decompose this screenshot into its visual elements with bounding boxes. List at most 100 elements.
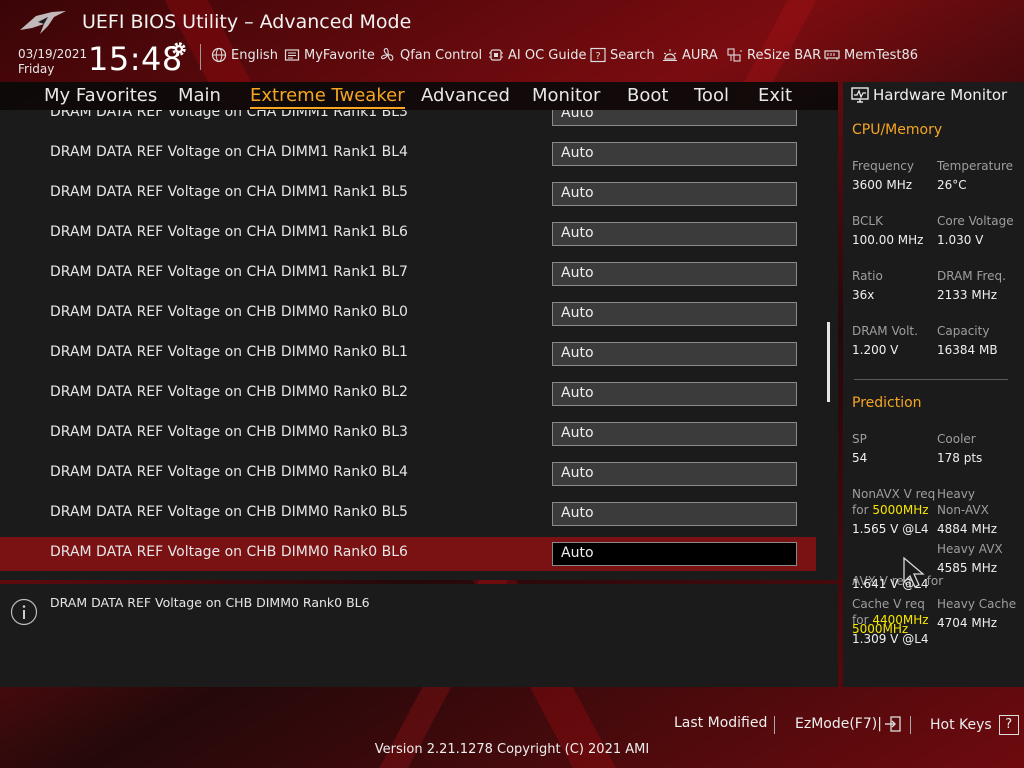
setting-value-field[interactable]: Auto bbox=[552, 382, 797, 406]
help-question-icon: ? bbox=[998, 715, 1019, 735]
qfan-control-button[interactable]: Qfan Control bbox=[380, 47, 482, 63]
setting-value-field[interactable]: Auto bbox=[552, 422, 797, 446]
capacity-value: 16384 MB bbox=[937, 343, 998, 357]
setting-row[interactable]: DRAM DATA REF Voltage on CHA DIMM1 Rank1… bbox=[0, 217, 816, 251]
setting-row[interactable]: DRAM DATA REF Voltage on CHB DIMM0 Rank0… bbox=[0, 337, 816, 371]
qfan-control-label: Qfan Control bbox=[400, 47, 483, 63]
setting-label: DRAM DATA REF Voltage on CHB DIMM0 Rank0… bbox=[50, 544, 408, 560]
setting-label: DRAM DATA REF Voltage on CHA DIMM1 Rank1… bbox=[50, 264, 408, 280]
setting-label: DRAM DATA REF Voltage on CHA DIMM1 Rank1… bbox=[50, 110, 408, 120]
aura-button[interactable]: AURA bbox=[662, 47, 718, 63]
tab-main[interactable]: Main bbox=[178, 85, 221, 106]
setting-label: DRAM DATA REF Voltage on CHB DIMM0 Rank0… bbox=[50, 424, 408, 440]
nonavx-for-text: for bbox=[852, 503, 873, 517]
tab-extreme-tweaker[interactable]: Extreme Tweaker bbox=[250, 85, 405, 109]
ratio-value: 36x bbox=[852, 288, 875, 302]
settings-list: DRAM DATA REF Voltage on CHA DIMM1 Rank1… bbox=[0, 110, 838, 580]
setting-value-field[interactable]: Auto bbox=[552, 462, 797, 486]
nonavx-freq: 5000MHz bbox=[872, 503, 929, 517]
setting-value-field[interactable]: Auto bbox=[552, 342, 797, 366]
temperature-label: Temperature bbox=[937, 159, 1014, 173]
setting-value-field[interactable]: Auto bbox=[552, 502, 797, 526]
setting-value-field[interactable]: Auto bbox=[552, 110, 797, 126]
heavy-avx-value: 4585 MHz bbox=[937, 561, 998, 575]
scrollbar[interactable] bbox=[827, 322, 830, 402]
cache-req-label: Cache V req for 4400MHz bbox=[852, 596, 929, 628]
tab-boot[interactable]: Boot bbox=[627, 85, 668, 106]
setting-row[interactable]: DRAM DATA REF Voltage on CHB DIMM0 Rank0… bbox=[0, 457, 816, 491]
memory-icon bbox=[824, 50, 840, 60]
resize-bar-icon bbox=[727, 48, 742, 62]
ai-oc-guide-button[interactable]: AI OC Guide bbox=[488, 47, 586, 63]
resize-bar-label: ReSize BAR bbox=[747, 47, 822, 63]
setting-value-field[interactable]: Auto bbox=[552, 302, 797, 326]
setting-value-field[interactable]: Auto bbox=[552, 142, 797, 166]
tab-tool[interactable]: Tool bbox=[694, 85, 729, 106]
myfavorite-button[interactable]: MyFavorite bbox=[284, 47, 375, 63]
setting-label: DRAM DATA REF Voltage on CHB DIMM0 Rank0… bbox=[50, 304, 408, 320]
nonavx-value: 1.565 V @L4 bbox=[852, 522, 929, 536]
mouse-cursor-icon bbox=[903, 556, 925, 588]
monitor-icon bbox=[851, 87, 869, 103]
setting-row[interactable]: DRAM DATA REF Voltage on CHA DIMM1 Rank1… bbox=[0, 110, 816, 131]
setting-value-field[interactable]: Auto bbox=[552, 222, 797, 246]
setting-row[interactable]: DRAM DATA REF Voltage on CHA DIMM1 Rank1… bbox=[0, 257, 816, 291]
hot-keys-button[interactable]: Hot Keys ? bbox=[930, 715, 1019, 735]
hot-keys-label: Hot Keys bbox=[930, 717, 992, 733]
dram-volt-label: DRAM Volt. bbox=[852, 324, 918, 338]
tab-advanced[interactable]: Advanced bbox=[421, 85, 510, 106]
svg-text:?: ? bbox=[595, 51, 600, 62]
setting-row[interactable]: DRAM DATA REF Voltage on CHB DIMM0 Rank0… bbox=[0, 497, 816, 531]
divider bbox=[910, 716, 911, 734]
setting-value-field[interactable]: Auto bbox=[552, 542, 797, 566]
setting-row[interactable]: DRAM DATA REF Voltage on CHB DIMM0 Rank0… bbox=[0, 417, 816, 451]
date-text: 03/19/2021 bbox=[18, 47, 88, 61]
heavy-nonavx-label: Heavy Non-AVX bbox=[937, 486, 989, 518]
resize-bar-button[interactable]: ReSize BAR bbox=[727, 47, 821, 63]
cpu-memory-heading: CPU/Memory bbox=[852, 122, 943, 138]
setting-row[interactable]: DRAM DATA REF Voltage on CHB DIMM0 Rank0… bbox=[0, 297, 816, 331]
setting-label: DRAM DATA REF Voltage on CHB DIMM0 Rank0… bbox=[50, 384, 408, 400]
cache-for-text: for bbox=[852, 613, 873, 627]
sp-value: 54 bbox=[852, 451, 868, 465]
search-button[interactable]: ? Search bbox=[590, 47, 655, 63]
tab-exit[interactable]: Exit bbox=[758, 85, 792, 106]
memtest86-button[interactable]: MemTest86 bbox=[824, 47, 918, 63]
setting-row-selected[interactable]: DRAM DATA REF Voltage on CHB DIMM0 Rank0… bbox=[0, 537, 816, 571]
gear-icon[interactable] bbox=[170, 40, 188, 58]
language-button[interactable]: English bbox=[211, 47, 278, 63]
setting-value-field[interactable]: Auto bbox=[552, 182, 797, 206]
bclk-label: BCLK bbox=[852, 214, 883, 228]
hardware-monitor-title: Hardware Monitor bbox=[851, 86, 1007, 104]
fan-icon bbox=[380, 47, 394, 61]
last-modified-button[interactable]: Last Modified bbox=[674, 715, 767, 731]
dram-freq-value: 2133 MHz bbox=[937, 288, 998, 302]
cache-freq: 4400MHz bbox=[872, 613, 929, 627]
tab-monitor[interactable]: Monitor bbox=[532, 85, 600, 106]
setting-label: DRAM DATA REF Voltage on CHB DIMM0 Rank0… bbox=[50, 344, 408, 360]
globe-icon bbox=[211, 47, 227, 63]
help-text: DRAM DATA REF Voltage on CHB DIMM0 Rank0… bbox=[50, 595, 370, 610]
setting-label: DRAM DATA REF Voltage on CHB DIMM0 Rank0… bbox=[50, 504, 408, 520]
search-help-icon: ? bbox=[590, 47, 606, 63]
setting-row[interactable]: DRAM DATA REF Voltage on CHB DIMM0 Rank0… bbox=[0, 377, 816, 411]
hardware-monitor-label: Hardware Monitor bbox=[873, 86, 1008, 104]
setting-label: DRAM DATA REF Voltage on CHA DIMM1 Rank1… bbox=[50, 144, 408, 160]
info-icon bbox=[10, 598, 38, 626]
frequency-value: 3600 MHz bbox=[852, 178, 913, 192]
dram-volt-value: 1.200 V bbox=[852, 343, 899, 357]
heavy-cache-label: Heavy Cache bbox=[937, 597, 1017, 611]
last-modified-label: Last Modified bbox=[674, 715, 768, 731]
memtest86-label: MemTest86 bbox=[844, 47, 919, 63]
bclk-value: 100.00 MHz bbox=[852, 233, 924, 247]
cache-req-label-line1: Cache V req bbox=[852, 597, 925, 611]
setting-row[interactable]: DRAM DATA REF Voltage on CHA DIMM1 Rank1… bbox=[0, 137, 816, 171]
core-voltage-label: Core Voltage bbox=[937, 214, 1014, 228]
ezmode-button[interactable]: EzMode(F7)| bbox=[795, 715, 902, 733]
tab-my-favorites[interactable]: My Favorites bbox=[44, 85, 157, 106]
search-label: Search bbox=[610, 47, 655, 63]
heavy-cache-value: 4704 MHz bbox=[937, 616, 998, 630]
setting-value-field[interactable]: Auto bbox=[552, 262, 797, 286]
exit-arrow-icon bbox=[884, 716, 901, 732]
setting-row[interactable]: DRAM DATA REF Voltage on CHA DIMM1 Rank1… bbox=[0, 177, 816, 211]
